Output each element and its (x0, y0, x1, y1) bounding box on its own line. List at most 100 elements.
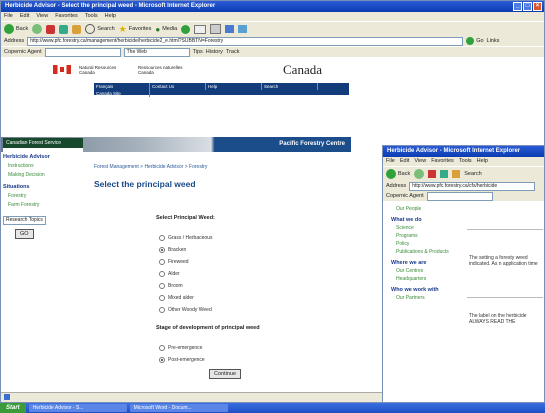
menu-help[interactable]: Help (105, 12, 116, 21)
copernic-scope-select[interactable]: The Web (123, 47, 190, 57)
print-icon[interactable] (210, 24, 222, 34)
second-title-bar[interactable]: Herbicide Advisor - Microsoft Internet E… (383, 146, 544, 157)
continue-button[interactable]: Continue (209, 369, 242, 379)
radio-fireweed[interactable] (159, 259, 165, 265)
nav-science[interactable]: Science (396, 224, 461, 232)
radio-bracken[interactable] (159, 247, 165, 253)
copernic-history[interactable]: History (206, 49, 223, 55)
media-button[interactable]: ● Media (155, 25, 177, 34)
go-button[interactable]: Go (466, 37, 484, 45)
stop-icon[interactable] (46, 24, 56, 34)
menu-edit[interactable]: Edit (20, 12, 29, 21)
refresh-icon[interactable] (59, 24, 69, 34)
copernic-tips[interactable]: Tips (193, 49, 203, 55)
home-icon[interactable] (452, 170, 461, 178)
menu-view[interactable]: View (36, 12, 48, 21)
weed-option[interactable]: Broom (159, 283, 183, 289)
radio-grass[interactable] (159, 235, 165, 241)
back-button[interactable]: Back (4, 24, 28, 34)
copernic-search-input[interactable] (426, 191, 493, 201)
close-icon[interactable]: × (533, 2, 542, 11)
nav-search[interactable]: Search (262, 83, 318, 90)
nav-what-we-do: What we do (391, 217, 422, 223)
go-button-page[interactable]: GO (15, 229, 34, 239)
radio-mixed-alder[interactable] (159, 295, 165, 301)
left-nav-title[interactable]: Herbicide Advisor (3, 154, 83, 160)
messenger-icon[interactable] (238, 25, 248, 33)
nav-francais[interactable]: Français (94, 83, 150, 90)
nav-headquarters[interactable]: Headquarters (396, 275, 461, 283)
menu-file[interactable]: File (4, 12, 13, 21)
nav-policy[interactable]: Policy (396, 240, 461, 248)
left-nav-farm-forestry[interactable]: Farm Forestry (8, 202, 83, 208)
radio-pre-emergence[interactable] (159, 345, 165, 351)
maximize-icon[interactable]: □ (523, 2, 532, 11)
continue-wrap: Continue (209, 369, 242, 379)
nav-publications[interactable]: Publications & Products (396, 248, 461, 256)
address-input[interactable]: http://www.pfc.forestry.ca/management/he… (27, 36, 464, 46)
nav-help[interactable]: Help (206, 83, 262, 90)
refresh-icon[interactable] (440, 170, 449, 178)
window-title: Herbicide Advisor - Select the principal… (5, 3, 216, 9)
menu-view[interactable]: View (414, 157, 426, 166)
menu-tools[interactable]: Tools (459, 157, 472, 166)
nav-our-centres[interactable]: Our Centres (396, 267, 461, 275)
radio-post-emergence[interactable] (159, 357, 165, 363)
canada-wordmark: Canada (283, 62, 322, 77)
second-toolbar: Back Search (383, 166, 544, 181)
stage-option[interactable]: Post-emergence (159, 357, 205, 363)
radio-other-woody[interactable] (159, 307, 165, 313)
search-button[interactable]: Search (85, 24, 115, 34)
forward-arrow-icon[interactable] (32, 24, 43, 34)
task-herbicide-advisor[interactable]: Herbicide Advisor - S... (28, 404, 127, 412)
nav-programs[interactable]: Programs (396, 232, 461, 240)
weed-option[interactable]: Bracken (159, 247, 186, 253)
copernic-bar: Copernic Agent The Web Tips History Trac… (1, 46, 544, 57)
main-title-bar[interactable]: Herbicide Advisor - Select the principal… (1, 1, 544, 12)
menu-tools[interactable]: Tools (85, 12, 98, 21)
menu-file[interactable]: File (386, 157, 395, 166)
edit-icon[interactable] (225, 25, 235, 33)
task-microsoft-word[interactable]: Microsoft Word - Docum... (129, 404, 228, 412)
mail-icon[interactable] (194, 24, 207, 34)
nav-canada-site[interactable]: Canada Site (94, 90, 150, 97)
radio-alder[interactable] (159, 271, 165, 277)
menu-favorites[interactable]: Favorites (431, 157, 454, 166)
menu-favorites[interactable]: Favorites (55, 12, 78, 21)
minimize-icon[interactable]: _ (513, 2, 522, 11)
weed-option[interactable]: Mixed alder (159, 295, 194, 301)
stop-icon[interactable] (428, 170, 437, 178)
nav-our-partners[interactable]: Our Partners (396, 294, 461, 302)
forward-arrow-icon[interactable] (414, 169, 425, 179)
stage-option[interactable]: Pre-emergence (159, 345, 202, 351)
links-label[interactable]: Links (487, 38, 500, 44)
search-icon (85, 24, 96, 34)
nav-contact[interactable]: Contact Us (150, 83, 206, 90)
research-topics-select[interactable]: Research Topics (3, 216, 46, 225)
weed-option[interactable]: Grass / Herbaceous (159, 235, 212, 241)
nav-our-people[interactable]: Our People (396, 205, 461, 213)
left-nav-instructions[interactable]: Instructions (8, 163, 83, 169)
page-heading: Select the principal weed (94, 179, 196, 189)
weed-option[interactable]: Fireweed (159, 259, 189, 265)
second-address-input[interactable]: http://www.pfc.forestry.ca/cfs/herbicide (409, 181, 536, 191)
history-icon[interactable] (181, 24, 191, 34)
start-button[interactable]: Start (0, 403, 26, 413)
second-page-content: Our People What we do Science Programs P… (383, 201, 544, 391)
favorites-button[interactable]: ★ Favorites (119, 24, 152, 35)
back-button[interactable]: Back (386, 169, 410, 179)
left-nav-forestry[interactable]: Forestry (8, 193, 83, 199)
menu-edit[interactable]: Edit (400, 157, 409, 166)
weed-option[interactable]: Alder (159, 271, 180, 277)
gov-name-en: Natural Resources Canada (79, 65, 117, 75)
left-nav-making-decision[interactable]: Making Decision (8, 172, 83, 178)
weed-option[interactable]: Other Woody Weed (159, 307, 212, 313)
copernic-search-input[interactable] (44, 47, 121, 57)
copernic-track[interactable]: Track (226, 49, 240, 55)
menu-help[interactable]: Help (477, 157, 488, 166)
back-arrow-icon (4, 24, 14, 34)
search-button[interactable]: Search (464, 171, 481, 177)
radio-broom[interactable] (159, 283, 165, 289)
breadcrumb[interactable]: Forest Management > Herbicide Advisor > … (94, 164, 207, 170)
home-icon[interactable] (72, 24, 82, 34)
